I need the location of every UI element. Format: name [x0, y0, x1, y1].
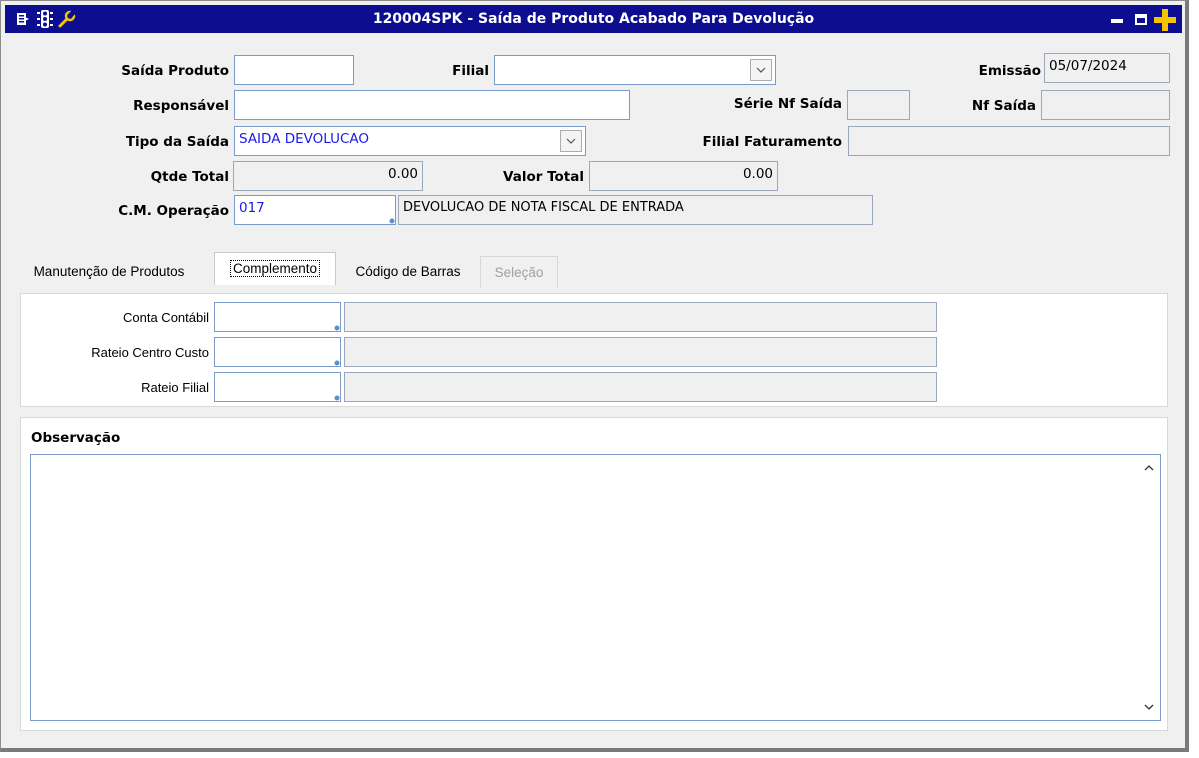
observacao-textarea[interactable] [30, 454, 1161, 721]
conta-contabil-code-input[interactable] [214, 302, 341, 332]
filial-select[interactable] [494, 55, 776, 85]
chevron-down-icon [1144, 704, 1154, 710]
tab-codigo-barras[interactable]: Código de Barras [336, 256, 480, 288]
rateio-centro-custo-description [344, 337, 937, 367]
tab-label: Código de Barras [355, 264, 461, 279]
main-window: 120004SPK - Saída de Produto Acabado Par… [0, 0, 1189, 752]
nf-saida-label: Nf Saída [971, 98, 1036, 114]
saida-produto-input[interactable] [234, 55, 354, 85]
tipo-saida-dropdown-button[interactable] [560, 130, 582, 152]
nf-saida-field [1041, 90, 1170, 120]
observacao-label: Observação [31, 430, 121, 446]
chevron-down-icon [566, 138, 576, 144]
filial-label: Filial [452, 63, 489, 79]
chevron-up-icon [1144, 465, 1154, 471]
cm-operacao-code: 017 [239, 200, 265, 216]
cm-operacao-description: DEVOLUCAO DE NOTA FISCAL DE ENTRADA [398, 195, 873, 225]
responsavel-label: Responsável [133, 98, 229, 114]
conta-contabil-description [344, 302, 937, 332]
tab-label: Seleção [494, 265, 544, 280]
minimize-button[interactable] [1111, 19, 1123, 23]
rateio-filial-code-input[interactable] [214, 372, 341, 402]
lookup-icon[interactable] [334, 360, 340, 366]
scroll-up-button[interactable] [1142, 461, 1156, 475]
rateio-centro-custo-code-input[interactable] [214, 337, 341, 367]
chevron-down-icon [756, 67, 766, 73]
cm-operacao-label: C.M. Operação [118, 203, 229, 219]
qtde-total-label: Qtde Total [150, 169, 229, 185]
serie-nf-saida-label: Série Nf Saída [733, 96, 842, 112]
rateio-filial-description [344, 372, 937, 402]
valor-total-field: 0.00 [589, 161, 778, 191]
window-title: 120004SPK - Saída de Produto Acabado Par… [372, 11, 815, 27]
filial-dropdown-button[interactable] [750, 59, 772, 81]
cm-operacao-code-input[interactable]: 017 [234, 195, 396, 225]
add-icon[interactable] [1153, 8, 1177, 32]
tab-complemento[interactable]: Complemento [214, 252, 336, 285]
filial-faturamento-field [848, 126, 1170, 156]
emissao-field: 05/07/2024 [1044, 53, 1170, 83]
tab-label: Manutenção de Produtos [33, 264, 185, 279]
valor-total-label: Valor Total [503, 169, 584, 185]
lookup-icon[interactable] [334, 325, 340, 331]
tipo-saida-select[interactable]: SAIDA DEVOLUCAO [234, 126, 586, 156]
tipo-saida-label: Tipo da Saída [125, 134, 229, 150]
scroll-down-button[interactable] [1142, 700, 1156, 714]
lookup-icon[interactable] [389, 218, 395, 224]
responsavel-input[interactable] [234, 90, 630, 120]
emissao-label: Emissão [978, 63, 1041, 79]
filial-faturamento-label: Filial Faturamento [702, 134, 842, 150]
conta-contabil-label: Conta Contábil [123, 310, 209, 325]
rateio-centro-custo-label: Rateio Centro Custo [91, 345, 209, 360]
tab-selecao: Seleção [480, 256, 558, 288]
rateio-filial-label: Rateio Filial [141, 380, 209, 395]
saida-produto-label: Saída Produto [121, 63, 229, 79]
qtde-total-field: 0.00 [233, 161, 423, 191]
tab-label: Complemento [229, 260, 321, 277]
title-bar: 120004SPK - Saída de Produto Acabado Par… [5, 5, 1182, 33]
tab-manutencao-produtos[interactable]: Manutenção de Produtos [5, 256, 213, 288]
serie-nf-saida-field [847, 90, 910, 120]
lookup-icon[interactable] [334, 395, 340, 401]
tipo-saida-value: SAIDA DEVOLUCAO [239, 131, 370, 147]
maximize-button[interactable] [1135, 14, 1147, 25]
